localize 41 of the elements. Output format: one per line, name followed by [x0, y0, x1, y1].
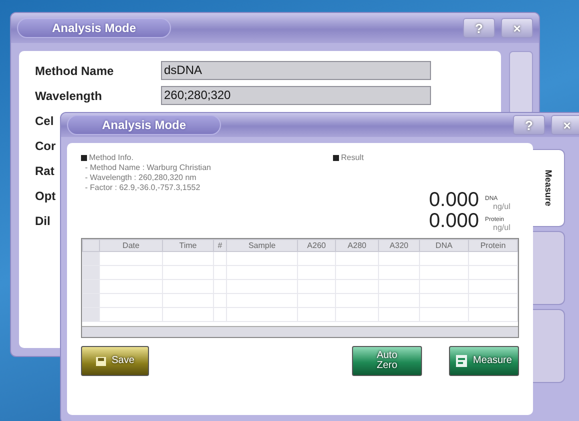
document-icon	[456, 355, 468, 367]
column-header[interactable]: #	[214, 240, 226, 252]
side-tab[interactable]	[509, 51, 533, 115]
auto-zero-button[interactable]: Auto Zero	[352, 346, 422, 376]
reading-value: 0.000	[428, 211, 479, 232]
info-line: - Wavelength : 260,280,320 nm	[84, 173, 198, 183]
bullet-icon	[333, 154, 339, 160]
section-heading: Result	[341, 153, 364, 162]
field-label: Cel	[35, 114, 54, 128]
window-title: Analysis Mode	[67, 115, 222, 135]
reading-unit: ng/ul	[492, 223, 510, 232]
column-header[interactable]: Time	[162, 240, 214, 252]
horizontal-scrollbar[interactable]	[82, 326, 518, 337]
field-label: Rat	[35, 164, 54, 178]
input-field[interactable]: dsDNA	[161, 61, 431, 80]
field-label: Dil	[35, 214, 50, 228]
field-label: Cor	[35, 138, 56, 152]
column-header[interactable]: Date	[100, 240, 162, 252]
measure-button[interactable]: Measure	[449, 346, 519, 376]
reading-value: 0.000	[428, 190, 479, 211]
data-table[interactable]: Date Time # Sample A260 A280 A320 DNA Protein	[81, 238, 519, 338]
info-line: - Method Name : Warburg Christian	[84, 163, 212, 173]
field-label: Opt	[35, 188, 56, 202]
column-header[interactable]: A260	[298, 240, 336, 252]
column-header[interactable]: A320	[378, 240, 420, 252]
column-header[interactable]: A280	[336, 240, 378, 252]
column-header[interactable]: Sample	[226, 240, 298, 252]
side-tab[interactable]	[533, 231, 565, 305]
info-line: - Factor : 62.9,-36.0,-757.3,1552	[84, 183, 202, 193]
input-field[interactable]: 260;280;320	[161, 86, 431, 105]
side-tab[interactable]: Measure	[533, 149, 565, 227]
reading-unit: ng/ul	[492, 202, 510, 211]
window-title: Analysis Mode	[17, 18, 172, 38]
section-heading: Method Info.	[89, 153, 134, 163]
column-header[interactable]: DNA	[420, 240, 468, 252]
field-label: Method Name	[35, 64, 114, 78]
column-header[interactable]: Protein	[468, 240, 518, 252]
save-button[interactable]: Save	[81, 346, 149, 376]
bullet-icon	[81, 155, 87, 161]
field-label: Wavelength	[35, 88, 102, 102]
side-tab[interactable]	[533, 309, 565, 383]
